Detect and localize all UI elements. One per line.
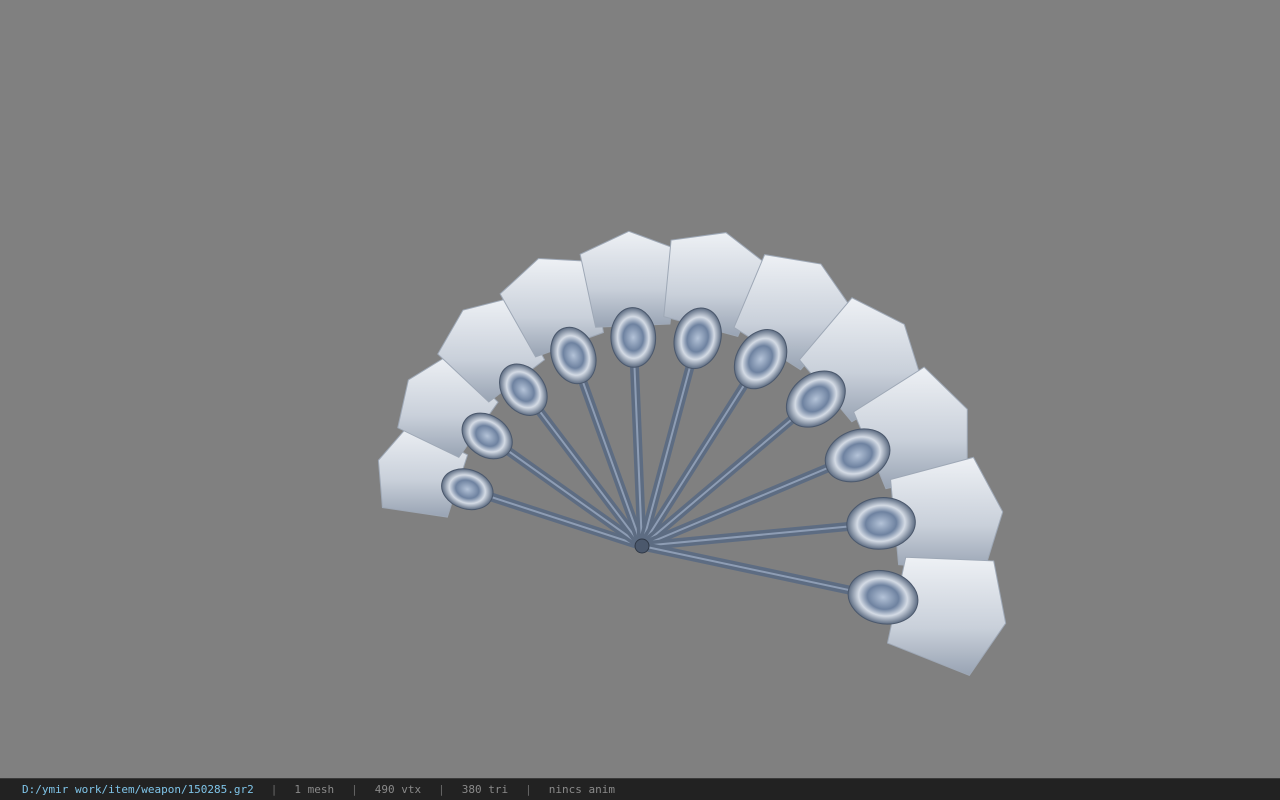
separator: | <box>351 783 358 796</box>
model-render <box>377 230 1007 677</box>
vertex-count-label: 490 vtx <box>374 783 422 796</box>
3d-viewport[interactable] <box>0 0 1280 778</box>
separator: | <box>525 783 532 796</box>
mesh-count-label: 1 mesh <box>294 783 335 796</box>
file-path-label: D:/ymir work/item/weapon/150285.gr2 <box>22 783 254 796</box>
status-bar: D:/ymir work/item/weapon/150285.gr2 | 1 … <box>0 778 1280 800</box>
triangle-count-label: 380 tri <box>461 783 509 796</box>
separator: | <box>270 783 278 796</box>
animation-status-label: nincs anim <box>548 783 615 796</box>
separator: | <box>438 783 445 796</box>
fan-pivot <box>634 538 650 554</box>
